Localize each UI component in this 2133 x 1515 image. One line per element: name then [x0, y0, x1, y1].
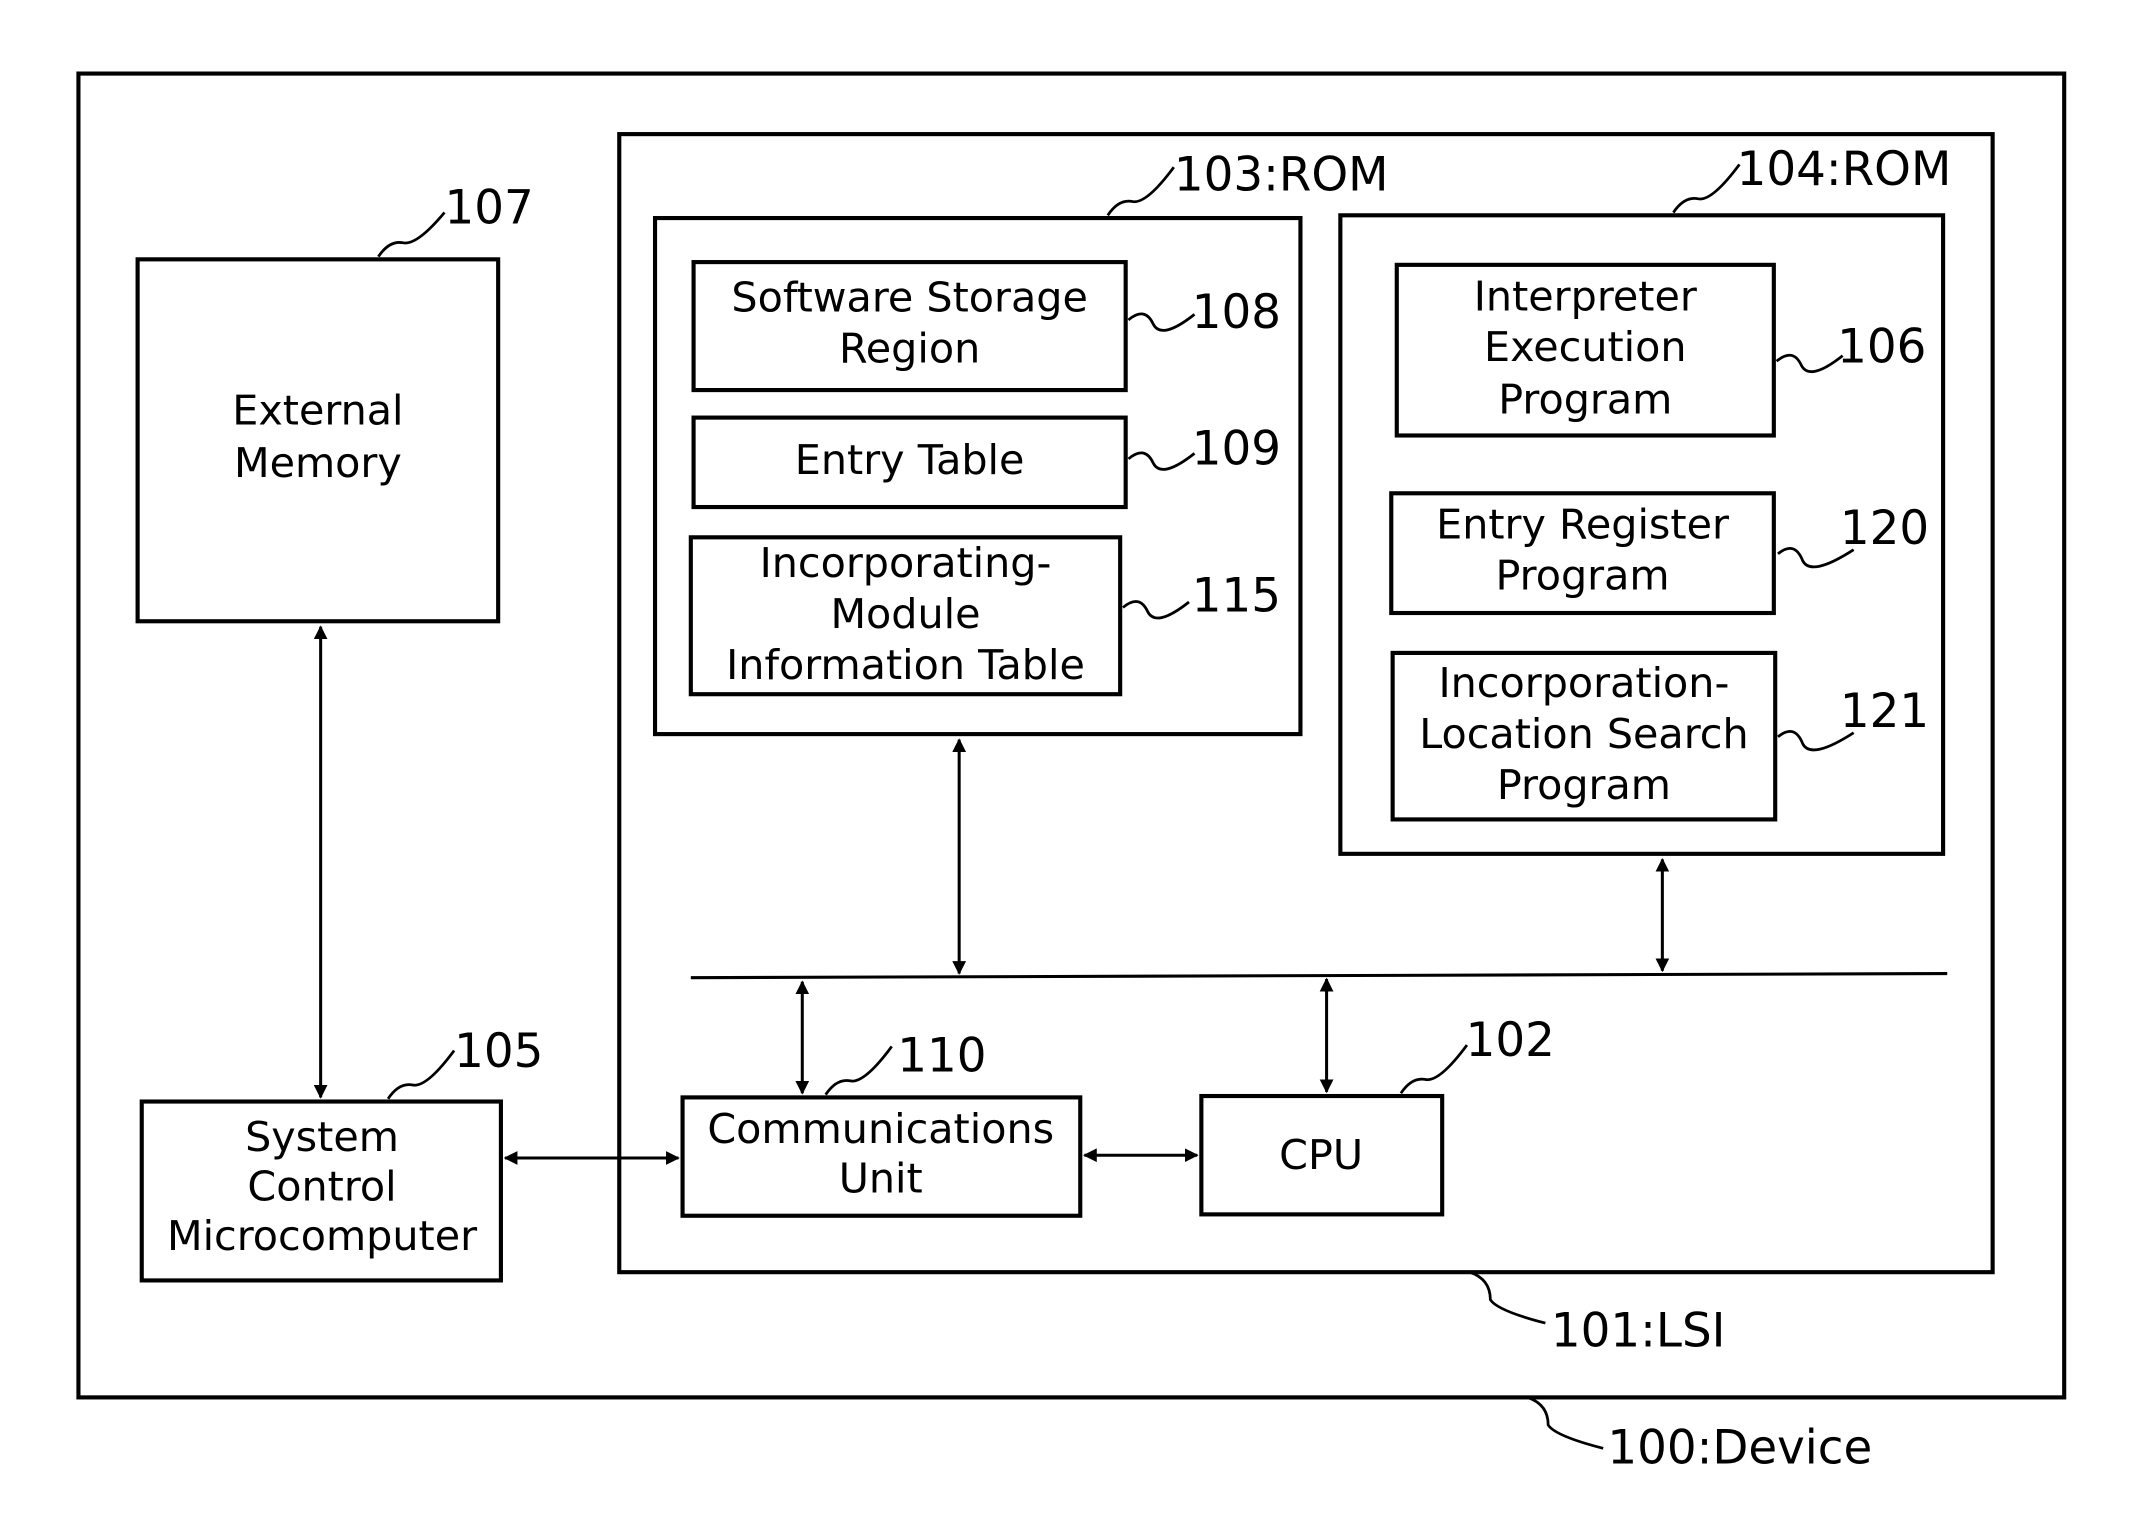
external-memory-line2: Memory [234, 439, 402, 487]
incorporation-location-line3: Program [1497, 761, 1671, 809]
interpreter-ref: 106 [1837, 321, 1926, 375]
software-storage-line1: Software Storage [731, 274, 1087, 322]
system-control-line3: Microcomputer [167, 1212, 477, 1260]
incorporating-module-line3: Information Table [726, 641, 1085, 689]
lsi-label: 101:LSI [1551, 1304, 1726, 1358]
comm-unit-line1: Communications [707, 1105, 1054, 1153]
rom103-ref: 103:ROM [1174, 149, 1389, 203]
interpreter-line2: Execution [1484, 323, 1687, 371]
software-storage-line2: Region [839, 325, 980, 373]
entry-register-line1: Entry Register [1436, 501, 1729, 549]
external-memory-line1: External [232, 386, 403, 434]
system-control-line2: Control [247, 1163, 396, 1211]
system-control-ref: 105 [454, 1025, 543, 1079]
incorporating-module-line1: Incorporating- [760, 539, 1052, 587]
external-memory-ref: 107 [444, 182, 533, 236]
rom104-ref: 104:ROM [1737, 143, 1952, 197]
incorporation-location-ref: 121 [1840, 685, 1929, 739]
software-storage-ref: 108 [1192, 286, 1281, 340]
device-leader [1527, 1396, 1604, 1450]
entry-table-line1: Entry Table [795, 436, 1025, 484]
incorporation-location-line1: Incorporation- [1438, 659, 1729, 707]
comm-unit-line2: Unit [839, 1154, 923, 1202]
system-control-line1: System [245, 1113, 399, 1161]
comm-unit-ref: 110 [897, 1029, 986, 1083]
cpu-ref: 102 [1466, 1014, 1555, 1068]
interpreter-line1: Interpreter [1474, 272, 1697, 320]
incorporating-module-ref: 115 [1192, 570, 1281, 624]
incorporating-module-line2: Module [830, 590, 980, 638]
cpu-line1: CPU [1279, 1131, 1363, 1179]
block-diagram: 100:Device 101:LSI External Memory 107 S… [76, 71, 2067, 1475]
entry-register-ref: 120 [1840, 502, 1929, 556]
device-label: 100:Device [1607, 1421, 1872, 1475]
incorporation-location-line2: Location Search [1419, 710, 1748, 758]
entry-register-line2: Program [1495, 552, 1669, 600]
entry-table-ref: 109 [1192, 422, 1281, 476]
interpreter-line3: Program [1498, 375, 1672, 423]
